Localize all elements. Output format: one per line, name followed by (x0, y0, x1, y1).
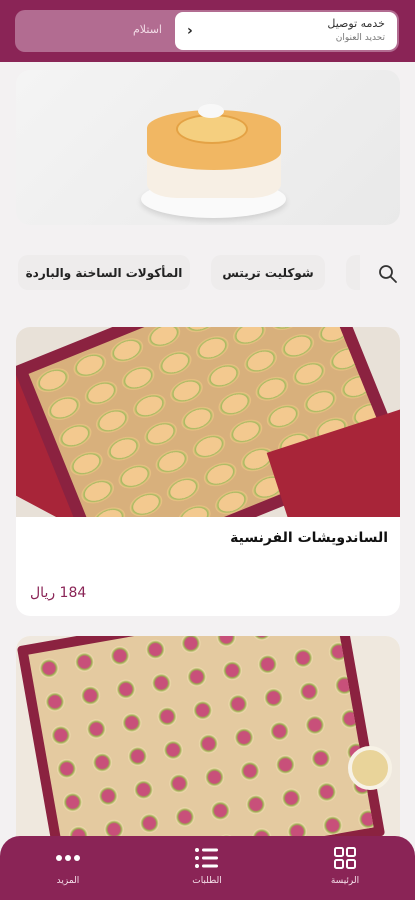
product-image (16, 636, 400, 866)
nav-home-label: الرئيسة (330, 876, 360, 886)
top-bar: خدمه توصيل تحديد العنوان ‹ استلام (0, 0, 415, 62)
nav-orders-label: الطلبات (192, 876, 222, 886)
more-dots-icon (56, 855, 80, 861)
grid-icon (334, 847, 356, 869)
category-chip-chocolate-treats[interactable]: شوكليت تريتس (211, 255, 325, 290)
bottom-nav: الرئيسة الطلبات المزيد (0, 836, 415, 900)
nav-more[interactable]: المزيد (38, 846, 98, 886)
category-chip-hot-cold-food[interactable]: المأكولات الساخنة والباردة (18, 255, 190, 290)
product-image (16, 327, 400, 517)
product-card[interactable] (16, 636, 400, 866)
list-icon (195, 848, 218, 868)
category-chip-partial[interactable] (346, 255, 360, 290)
delivery-option[interactable]: خدمه توصيل تحديد العنوان ‹ (175, 12, 397, 50)
nav-home[interactable]: الرئيسة (315, 846, 375, 886)
macaron-tray (16, 636, 386, 866)
sandwiches (28, 636, 374, 866)
pickup-option[interactable]: استلام (133, 23, 162, 36)
banner-cake-disc (176, 114, 248, 144)
nav-orders[interactable]: الطلبات (177, 846, 237, 886)
banner-cake-deco (198, 104, 224, 118)
product-price: 184 ريال (30, 585, 87, 601)
delivery-mode-toggle: خدمه توصيل تحديد العنوان ‹ استلام (15, 10, 399, 52)
address-select-link[interactable]: تحديد العنوان (336, 33, 385, 43)
chevron-left-icon: ‹ (187, 23, 193, 39)
search-icon[interactable] (378, 264, 398, 284)
nav-more-label: المزيد (56, 876, 80, 886)
product-card[interactable]: الساندويشات الفرنسية 184 ريال (16, 327, 400, 616)
promo-banner[interactable] (16, 70, 400, 225)
side-dish (348, 746, 392, 790)
delivery-title: خدمه توصيل (327, 17, 385, 30)
product-title: الساندويشات الفرنسية (230, 530, 388, 546)
